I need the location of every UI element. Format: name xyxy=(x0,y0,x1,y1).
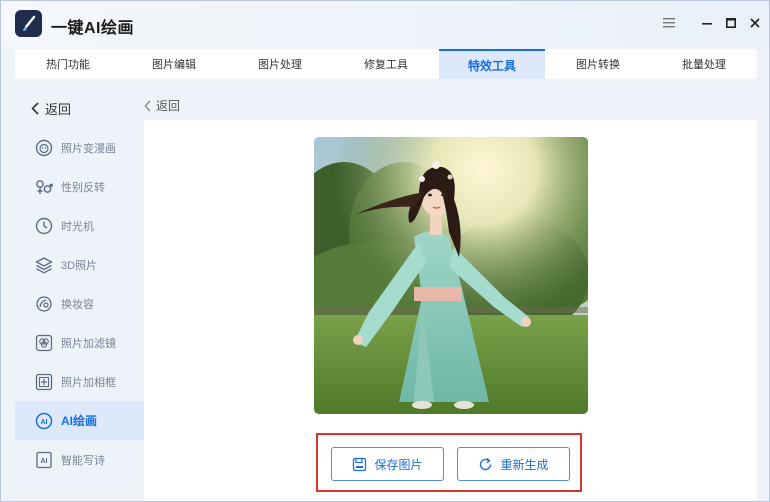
minimize-icon[interactable] xyxy=(697,13,717,33)
save-icon xyxy=(353,457,367,471)
frame-icon xyxy=(35,373,53,391)
sidebar-item-label: 照片变漫画 xyxy=(61,142,116,155)
category-tabs: 热门功能 图片编辑 图片处理 修复工具 特效工具 图片转换 批量处理 xyxy=(15,49,757,79)
save-image-button[interactable]: 保存图片 xyxy=(331,447,444,481)
sidebar-item-photo-frame[interactable]: 照片加相框 xyxy=(15,362,144,401)
gender-icon xyxy=(35,178,53,196)
app-title: 一键AI绘画 xyxy=(51,20,135,37)
sidebar-item-label: 换妆容 xyxy=(61,298,94,311)
sidebar-item-label: 智能写诗 xyxy=(61,454,105,467)
sidebar-item-label: 照片加相框 xyxy=(61,376,116,389)
sidebar-item-label: 性别反转 xyxy=(61,181,105,194)
regenerate-button[interactable]: 重新生成 xyxy=(457,447,570,481)
filter-icon xyxy=(35,334,53,352)
content-back-button[interactable]: 返回 xyxy=(144,97,180,114)
sidebar-item-time-machine[interactable]: 时光机 xyxy=(15,206,144,245)
sidebar-item-smart-poetry[interactable]: AI 智能写诗 xyxy=(15,440,144,479)
face-icon xyxy=(35,139,53,157)
chevron-left-icon xyxy=(144,100,151,111)
save-image-label: 保存图片 xyxy=(374,457,423,472)
tab-image-process[interactable]: 图片处理 xyxy=(227,49,333,79)
main-content: 返回 保存图片 重新生成 xyxy=(144,91,757,501)
svg-text:AI: AI xyxy=(41,419,48,426)
ai-icon: AI xyxy=(35,412,53,430)
sidebar-item-ai-painting[interactable]: AI AI绘画 xyxy=(15,401,144,440)
feature-list: 照片变漫画 性别反转 时光机 3D照片 换妆容 照片加滤镜 照片加相框 AI A… xyxy=(15,128,144,479)
tab-effect-tools[interactable]: 特效工具 xyxy=(439,49,545,79)
sidebar-item-gender-swap[interactable]: 性别反转 xyxy=(15,167,144,206)
tab-image-convert[interactable]: 图片转换 xyxy=(545,49,651,79)
sidebar-item-change-makeup[interactable]: 换妆容 xyxy=(15,284,144,323)
sidebar-item-label: 3D照片 xyxy=(61,259,98,272)
makeup-icon xyxy=(35,295,53,313)
ai-doc-icon: AI xyxy=(35,451,53,469)
app-logo-icon xyxy=(15,10,42,37)
sidebar-item-3d-photo[interactable]: 3D照片 xyxy=(15,245,144,284)
result-panel: 保存图片 重新生成 xyxy=(144,120,757,501)
tab-hot[interactable]: 热门功能 xyxy=(15,49,121,79)
sidebar: 返回 照片变漫画 性别反转 时光机 3D照片 换妆容 照片加滤镜 照片加相框 A… xyxy=(15,91,144,501)
clock-icon xyxy=(35,217,53,235)
refresh-icon xyxy=(480,457,492,470)
regenerate-label: 重新生成 xyxy=(500,457,549,472)
sidebar-item-photo-filter[interactable]: 照片加滤镜 xyxy=(15,323,144,362)
sidebar-item-photo-to-cartoon[interactable]: 照片变漫画 xyxy=(15,128,144,167)
sidebar-item-label: 照片加滤镜 xyxy=(61,337,116,350)
generated-image xyxy=(314,137,588,414)
content-back-label: 返回 xyxy=(156,99,181,113)
sidebar-item-label: AI绘画 xyxy=(61,414,98,428)
title-bar: 一键AI绘画 xyxy=(1,1,769,47)
tab-batch-process[interactable]: 批量处理 xyxy=(651,49,757,79)
app-window: 一键AI绘画 热门功能 图片编辑 图片处理 修复工具 特效工具 图片转换 批量处… xyxy=(0,0,770,502)
chevron-left-icon xyxy=(31,102,39,115)
sidebar-item-label: 时光机 xyxy=(61,220,94,233)
sidebar-back-button[interactable]: 返回 xyxy=(31,99,71,118)
tab-image-edit[interactable]: 图片编辑 xyxy=(121,49,227,79)
menu-icon[interactable] xyxy=(659,13,679,33)
sidebar-back-label: 返回 xyxy=(45,102,72,117)
maximize-icon[interactable] xyxy=(721,13,741,33)
layers-icon xyxy=(35,256,53,274)
tab-repair-tools[interactable]: 修复工具 xyxy=(333,49,439,79)
close-icon[interactable] xyxy=(745,13,765,33)
svg-text:AI: AI xyxy=(41,458,48,465)
